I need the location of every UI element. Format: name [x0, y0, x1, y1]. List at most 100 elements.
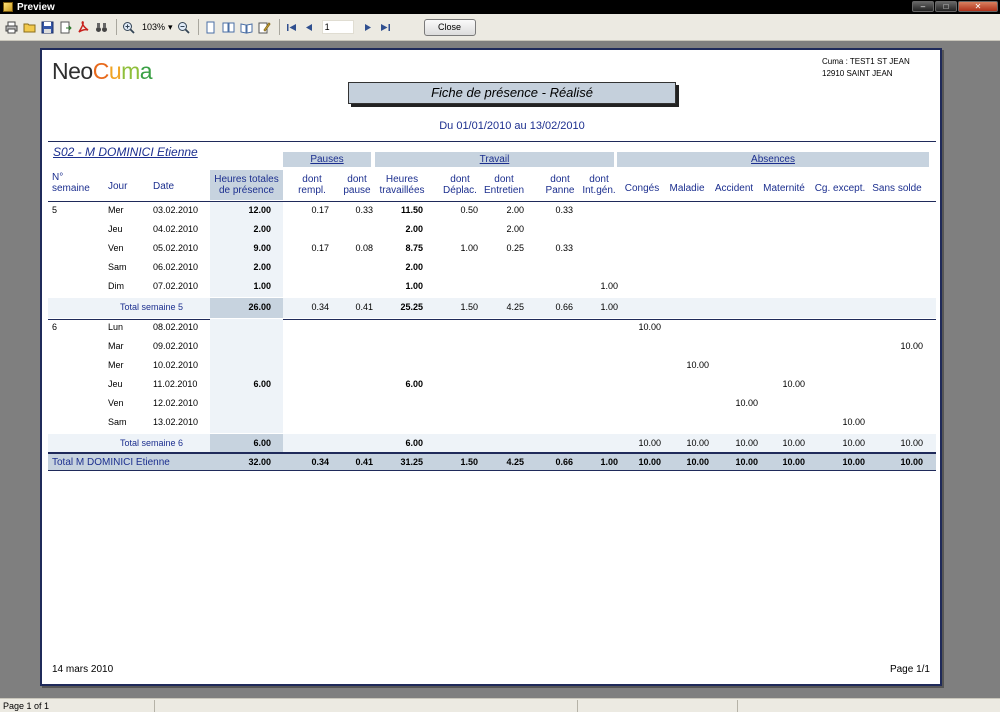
total-ht: 6.00 [253, 438, 271, 448]
maximize-button[interactable]: □ [935, 1, 957, 12]
cell-panne: 0.33 [555, 205, 573, 215]
col-header-jour: Jour [108, 181, 128, 192]
single-page-icon[interactable] [203, 20, 218, 35]
cell-trav: 2.00 [405, 224, 423, 234]
two-pages-icon[interactable] [221, 20, 236, 35]
cell-maladie: 10.00 [686, 360, 709, 370]
book-icon[interactable] [239, 20, 254, 35]
save-icon[interactable] [40, 20, 55, 35]
cell-jour: Jeu [108, 379, 123, 389]
cell-date: 05.02.2010 [153, 243, 199, 253]
minimize-button[interactable]: – [912, 1, 934, 12]
divider [48, 141, 936, 142]
window-close-button[interactable]: ✕ [958, 1, 998, 12]
zoom-in-icon[interactable] [121, 20, 136, 35]
cell-trav: 1.00 [405, 281, 423, 291]
status-pane [155, 699, 578, 712]
grand-total-maternite: 10.00 [782, 457, 805, 467]
footer-date: 14 mars 2010 [52, 664, 114, 675]
previous-page-icon[interactable] [302, 20, 317, 35]
cell-trav: 2.00 [405, 262, 423, 272]
open-folder-icon[interactable] [22, 20, 37, 35]
total-intgen: 1.00 [600, 302, 618, 312]
total-ht: 26.00 [248, 302, 271, 312]
title-bar: Preview – □ ✕ [0, 0, 1000, 14]
cell-date: 11.02.2010 [153, 379, 198, 389]
first-page-icon[interactable] [284, 20, 299, 35]
cell-sanssolde: 10.00 [900, 341, 923, 351]
col-header-heures-totales: Heures totales de présence [214, 174, 279, 196]
status-bar: Page 1 of 1 [0, 698, 1000, 712]
cell-ht: 1.00 [253, 281, 271, 291]
col-header-dont-rempl: dont rempl. [298, 174, 326, 196]
col-header-dont-pause: dont pause [343, 174, 371, 196]
separator [116, 19, 117, 35]
col-header-dont-panne: dont Panne [545, 174, 575, 196]
footer-page: Page 1/1 [889, 664, 930, 675]
grand-total-trav: 31.25 [400, 457, 423, 467]
cell-jour: Ven [108, 398, 124, 408]
chevron-down-icon: ▾ [168, 21, 173, 32]
cell-jour: Jeu [108, 224, 123, 234]
total-sanssolde: 10.00 [900, 438, 923, 448]
cell-conges: 10.00 [638, 322, 661, 332]
cell-cgexcept: 10.00 [842, 417, 865, 427]
cell-date: 12.02.2010 [153, 398, 199, 408]
page-number-input[interactable]: 1 [321, 20, 354, 34]
zoom-select[interactable]: 103% ▾ [142, 22, 173, 33]
col-header-semaine: N° semaine [52, 172, 90, 194]
cell-entretien: 2.00 [506, 224, 524, 234]
status-pane [578, 699, 738, 712]
grand-total-label: Total M DOMINICI Etienne [52, 457, 170, 468]
separator [278, 19, 280, 35]
col-header-dont-intgen: dont Int.gén. [582, 174, 616, 196]
status-page-info: Page 1 of 1 [0, 699, 155, 712]
print-icon[interactable] [4, 20, 19, 35]
cell-accident: 10.00 [735, 398, 758, 408]
total-maternite: 10.00 [782, 438, 805, 448]
week-total-label: Total semaine 5 [120, 302, 184, 312]
edit-icon[interactable] [257, 20, 272, 35]
group-pauses: Pauses [283, 152, 371, 167]
group-travail: Travail [375, 152, 614, 167]
close-button[interactable]: Close [423, 18, 476, 36]
report-page: NeoCuma Cuma : TEST1 ST JEAN 12910 SAINT… [40, 48, 942, 686]
cell-date: 08.02.2010 [153, 322, 199, 332]
cell-ht: 2.00 [253, 224, 271, 234]
app-icon [3, 2, 13, 12]
next-page-icon[interactable] [360, 20, 375, 35]
cell-jour: Dim [108, 281, 124, 291]
separator [197, 19, 199, 35]
col-header-sans-solde: Sans solde [872, 183, 922, 194]
col-header-dont-entretien: dont Entretien [483, 174, 525, 196]
cell-date: 07.02.2010 [153, 281, 199, 291]
grand-total-sanssolde: 10.00 [900, 457, 923, 467]
document-title: Fiche de présence - Réalisé [348, 82, 676, 104]
zoom-out-icon[interactable] [176, 20, 191, 35]
pdf-icon[interactable] [76, 20, 91, 35]
col-header-accident: Accident [714, 183, 754, 194]
last-page-icon[interactable] [378, 20, 393, 35]
zoom-value: 103% [142, 22, 166, 32]
toolbar: 103% ▾ 1 Close [0, 14, 1000, 41]
grand-total-ht: 32.00 [248, 457, 271, 467]
window-title: Preview [17, 1, 55, 13]
binoculars-icon[interactable] [94, 20, 109, 35]
cell-date: 09.02.2010 [153, 341, 199, 351]
col-header-dont-deplac: dont Déplac. [443, 174, 477, 196]
col-header-cg-except: Cg. except. [814, 183, 866, 194]
cell-date: 04.02.2010 [153, 224, 199, 234]
cell-date: 10.02.2010 [153, 360, 199, 370]
period: Du 01/01/2010 au 13/02/2010 [439, 120, 585, 132]
cell-ht: 9.00 [253, 243, 271, 253]
total-trav: 6.00 [405, 438, 423, 448]
cell-ht: 2.00 [253, 262, 271, 272]
grand-total-cgexcept: 10.00 [842, 457, 865, 467]
cuma-info: Cuma : TEST1 ST JEAN 12910 SAINT JEAN [822, 56, 910, 80]
cell-date: 03.02.2010 [153, 205, 199, 215]
cell-jour: Sam [108, 262, 127, 272]
col-header-conges: Congés [624, 183, 660, 194]
export-icon[interactable] [58, 20, 73, 35]
cuma-line-1: Cuma : TEST1 ST JEAN [822, 57, 910, 66]
cell-maternite: 10.00 [782, 379, 805, 389]
